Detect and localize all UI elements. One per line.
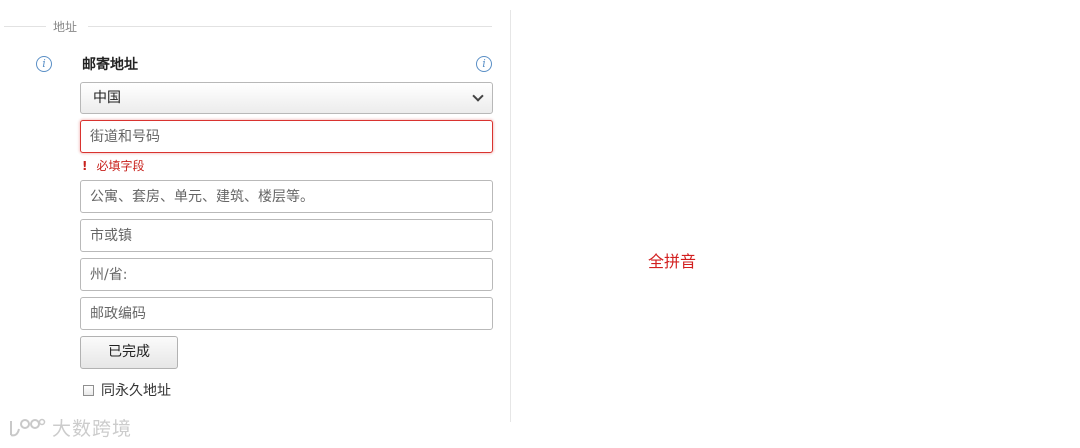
- watermark-text: 大数跨境: [52, 418, 133, 440]
- permanent-address-label[interactable]: 同永久地址: [101, 380, 171, 400]
- info-icon[interactable]: i: [476, 56, 492, 72]
- permanent-address-checkbox[interactable]: [83, 384, 94, 396]
- watermark: 大数跨境: [8, 414, 132, 441]
- street-error-text: 必填字段: [96, 159, 145, 173]
- annotation-text: 全拼音: [648, 252, 697, 271]
- street-error-message: ! 必填字段: [82, 157, 145, 174]
- section-divider-left: [4, 26, 46, 27]
- done-button[interactable]: 已完成: [80, 336, 178, 369]
- error-icon: !: [82, 158, 88, 173]
- state-input[interactable]: [80, 258, 493, 291]
- panel-divider: [510, 10, 511, 422]
- street-input[interactable]: [80, 120, 493, 153]
- apartment-input[interactable]: [80, 180, 493, 213]
- chevron-down-icon: [472, 90, 484, 102]
- city-input[interactable]: [80, 219, 493, 252]
- section-legend: 地址: [53, 20, 78, 34]
- country-select[interactable]: 中国: [80, 82, 493, 114]
- section-divider-right: [88, 26, 492, 27]
- info-icon[interactable]: i: [36, 56, 52, 72]
- postal-code-input[interactable]: [80, 297, 493, 330]
- address-form-page: 地址 i 邮寄地址 i 中国 ! 必填字段 已完成 同永久地址 全拼音 大数跨境: [0, 0, 1080, 448]
- mailing-address-title: 邮寄地址: [82, 57, 138, 73]
- country-select-value: 中国: [93, 90, 121, 106]
- watermark-logo-icon: [10, 418, 46, 436]
- permanent-address-option[interactable]: 同永久地址: [83, 380, 171, 400]
